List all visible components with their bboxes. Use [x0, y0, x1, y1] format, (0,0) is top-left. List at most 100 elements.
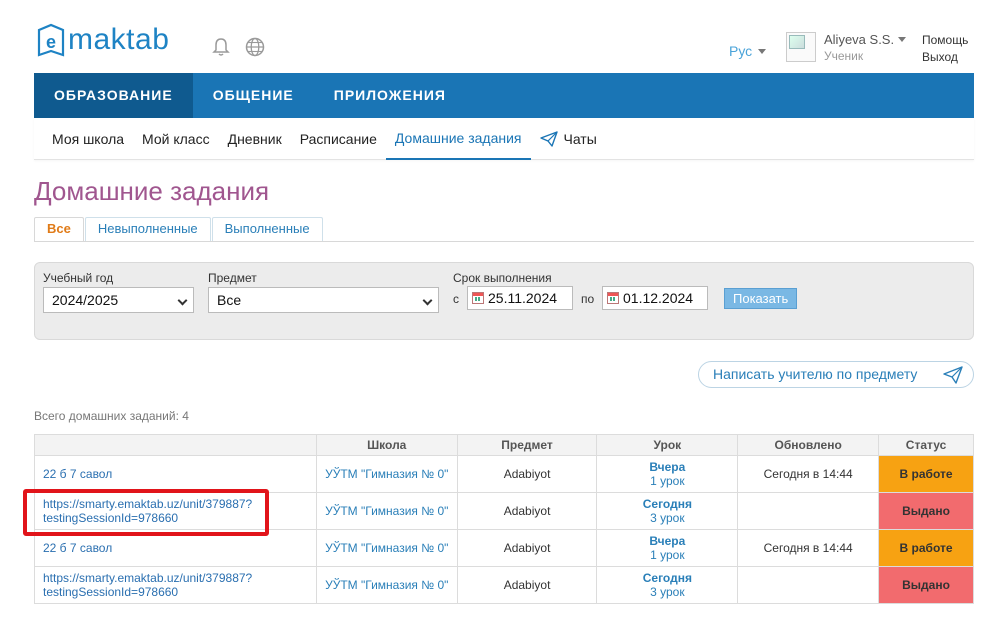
subject-cell: Adabiyot [456, 566, 598, 604]
from-label: с [453, 292, 459, 306]
table-row[interactable]: https://smarty.emaktab.uz/unit/379887? te… [34, 566, 974, 604]
total-homework-count: Всего домашних заданий: 4 [34, 409, 189, 423]
updated-cell [737, 566, 880, 604]
homework-link-text: 22 б 7 савол [43, 467, 113, 481]
calendar-icon[interactable] [607, 292, 619, 304]
chevron-down-icon [177, 295, 188, 306]
subject-select[interactable]: Все [208, 287, 439, 313]
lesson-cell[interactable]: Вчера 1 урок [596, 529, 739, 567]
subject-cell: Adabiyot [456, 492, 598, 530]
tab-completed[interactable]: Выполненные [211, 217, 323, 241]
col-header-name [34, 434, 317, 456]
school-cell[interactable]: УЎТМ "Гимназия № 0" [315, 492, 458, 530]
write-teacher-label: Написать учителю по предмету [713, 366, 918, 382]
page-title: Домашние задания [34, 176, 270, 206]
status-badge: В работе [878, 455, 974, 493]
homework-link-text: https://smarty.emaktab.uz/unit/379887? [43, 497, 253, 511]
main-nav-communication[interactable]: ОБЩЕНИЕ [193, 73, 314, 118]
lesson-day: Сегодня [642, 571, 692, 585]
lesson-number: 1 урок [650, 474, 685, 488]
write-teacher-button[interactable]: Написать учителю по предмету [698, 361, 974, 388]
subject-cell: Adabiyot [456, 455, 598, 493]
subject-cell: Adabiyot [456, 529, 598, 567]
homework-link-text: testingSessionId=978660 [43, 511, 179, 525]
sub-nav-homework[interactable]: Домашние задания [385, 118, 531, 160]
homework-tabs: Все Невыполненные Выполненные [34, 217, 974, 242]
table-header-row: Школа Предмет Урок Обновлено Статус [34, 434, 974, 456]
homework-link-text: testingSessionId=978660 [43, 585, 179, 599]
sub-nav-diary[interactable]: Дневник [219, 118, 291, 160]
sub-nav-chats[interactable]: Чаты [531, 118, 606, 160]
lesson-number: 3 урок [650, 511, 685, 525]
col-header-school: Школа [315, 434, 458, 456]
school-cell[interactable]: УЎТМ "Гимназия № 0" [315, 566, 458, 604]
to-label: по [581, 292, 595, 306]
lesson-cell[interactable]: Вчера 1 урок [596, 455, 739, 493]
date-to-input[interactable]: 01.12.2024 [602, 286, 708, 310]
year-select-value: 2024/2025 [52, 292, 119, 308]
sub-nav-my-school[interactable]: Моя школа [43, 118, 133, 160]
subject-label: Предмет [208, 271, 257, 285]
help-link[interactable]: Помощь [922, 33, 968, 47]
homework-link[interactable]: https://smarty.emaktab.uz/unit/379887? te… [34, 566, 317, 604]
logout-link[interactable]: Выход [922, 50, 958, 64]
homework-link[interactable]: 22 б 7 савол [34, 455, 317, 493]
lesson-cell[interactable]: Сегодня 3 урок [596, 566, 739, 604]
sub-nav-my-class[interactable]: Мой класс [133, 118, 219, 160]
lesson-day: Вчера [649, 534, 686, 548]
homework-link[interactable]: https://smarty.emaktab.uz/unit/379887? te… [34, 492, 317, 530]
paper-plane-icon [943, 366, 963, 384]
lesson-day: Сегодня [642, 497, 692, 511]
chevron-down-icon [758, 48, 767, 54]
updated-cell [737, 492, 880, 530]
lesson-cell[interactable]: Сегодня 3 урок [596, 492, 739, 530]
col-header-updated: Обновлено [737, 434, 880, 456]
filter-panel: Учебный год 2024/2025 Предмет Все Срок в… [34, 262, 974, 340]
user-menu[interactable]: Aliyeva S.S. [824, 32, 907, 47]
date-from-input[interactable]: 25.11.2024 [467, 286, 573, 310]
tab-incomplete[interactable]: Невыполненные [84, 217, 211, 241]
paper-plane-icon [539, 131, 558, 147]
main-nav-apps[interactable]: ПРИЛОЖЕНИЯ [314, 73, 466, 118]
updated-cell: Сегодня в 14:44 [737, 529, 880, 567]
table-row[interactable]: https://smarty.emaktab.uz/unit/379887? te… [34, 492, 974, 530]
homework-table: Школа Предмет Урок Обновлено Статус 22 б… [34, 434, 974, 604]
date-to-value: 01.12.2024 [623, 290, 694, 306]
globe-icon[interactable] [244, 36, 266, 58]
status-badge: Выдано [878, 492, 974, 530]
status-badge: Выдано [878, 566, 974, 604]
updated-cell: Сегодня в 14:44 [737, 455, 880, 493]
sub-nav-schedule[interactable]: Расписание [291, 118, 386, 160]
sub-nav-chats-label: Чаты [563, 131, 597, 147]
svg-text:e: e [46, 32, 56, 52]
tab-all[interactable]: Все [34, 217, 84, 241]
main-nav-education[interactable]: ОБРАЗОВАНИЕ [34, 73, 193, 118]
emaktab-logo[interactable]: e maktab [36, 20, 169, 60]
chevron-down-icon [898, 37, 907, 42]
school-cell[interactable]: УЎТМ "Гимназия № 0" [315, 529, 458, 567]
chevron-down-icon [422, 295, 433, 306]
language-label: Рус [729, 43, 753, 59]
lesson-number: 1 урок [650, 548, 685, 562]
calendar-icon[interactable] [472, 292, 484, 304]
col-header-status: Статус [878, 434, 974, 456]
year-select[interactable]: 2024/2025 [43, 287, 194, 313]
logo-text: maktab [68, 23, 170, 56]
school-cell[interactable]: УЎТМ "Гимназия № 0" [315, 455, 458, 493]
sub-nav: Моя школа Мой класс Дневник Расписание Д… [34, 118, 974, 160]
show-button[interactable]: Показать [724, 288, 798, 309]
col-header-lesson: Урок [596, 434, 739, 456]
homework-link[interactable]: 22 б 7 савол [34, 529, 317, 567]
user-role: Ученик [824, 49, 864, 63]
avatar[interactable] [786, 32, 816, 62]
language-selector[interactable]: Рус [729, 43, 767, 59]
lesson-day: Вчера [649, 460, 686, 474]
table-row[interactable]: 22 б 7 савол УЎТМ "Гимназия № 0" Adabiyo… [34, 455, 974, 493]
bell-icon[interactable] [210, 36, 232, 58]
homework-link-text: 22 б 7 савол [43, 541, 113, 555]
date-from-value: 25.11.2024 [488, 290, 558, 306]
e-book-logo-icon: e [37, 23, 65, 57]
table-row[interactable]: 22 б 7 савол УЎТМ "Гимназия № 0" Adabiyo… [34, 529, 974, 567]
year-label: Учебный год [43, 271, 114, 285]
main-nav: ОБРАЗОВАНИЕ ОБЩЕНИЕ ПРИЛОЖЕНИЯ [34, 73, 974, 118]
